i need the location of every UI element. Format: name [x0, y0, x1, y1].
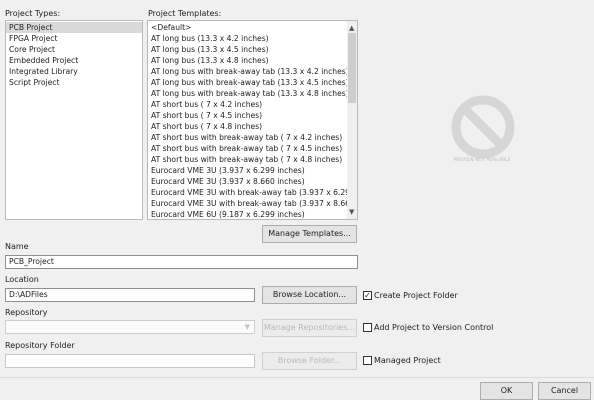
- project-type-item[interactable]: Core Project: [6, 44, 142, 55]
- add-version-control-label: Add Project to Version Control: [374, 323, 494, 332]
- cancel-button[interactable]: Cancel: [538, 382, 591, 400]
- managed-project-label: Managed Project: [374, 356, 441, 365]
- repository-select[interactable]: ▼: [5, 320, 255, 334]
- template-item[interactable]: AT short bus with break-away tab ( 7 x 4…: [148, 154, 348, 165]
- add-version-control-checkbox[interactable]: [363, 323, 372, 332]
- project-types-list[interactable]: PCB Project FPGA Project Core Project Embed…: [5, 20, 143, 220]
- template-item[interactable]: AT long bus (13.3 x 4.5 inches): [148, 44, 348, 55]
- template-item[interactable]: AT short bus with break-away tab ( 7 x 4…: [148, 143, 348, 154]
- manage-repositories-button[interactable]: Manage Repositories...: [262, 319, 357, 337]
- preview-panel: PREVIEW NOT AVAILABLE: [432, 93, 532, 173]
- templates-scrollbar[interactable]: ▲ ▼: [347, 21, 357, 219]
- preview-not-available-text: PREVIEW NOT AVAILABLE: [453, 158, 511, 163]
- template-item[interactable]: AT long bus (13.3 x 4.8 inches): [148, 55, 348, 66]
- repository-folder-label: Repository Folder: [5, 341, 75, 350]
- project-type-item[interactable]: Embedded Project: [6, 55, 142, 66]
- not-available-icon: [451, 95, 515, 159]
- location-label: Location: [5, 275, 39, 284]
- managed-project-checkbox[interactable]: [363, 356, 372, 365]
- chevron-down-icon: ▼: [244, 323, 250, 331]
- browse-location-button[interactable]: Browse Location...: [262, 286, 357, 304]
- project-templates-list[interactable]: <Default> AT long bus (13.3 x 4.2 inches)…: [147, 20, 358, 220]
- browse-folder-button[interactable]: Browse Folder...: [262, 352, 357, 370]
- create-folder-label: Create Project Folder: [374, 291, 458, 300]
- manage-templates-button[interactable]: Manage Templates...: [262, 225, 357, 243]
- project-type-item[interactable]: Script Project: [6, 77, 142, 88]
- template-item[interactable]: Eurocard VME 3U with break-away tab (3.9…: [148, 198, 348, 209]
- scroll-down-icon[interactable]: ▼: [349, 208, 354, 216]
- template-item[interactable]: AT long bus with break-away tab (13.3 x …: [148, 66, 348, 77]
- template-item[interactable]: Eurocard VME 3U (3.937 x 8.660 inches): [148, 176, 348, 187]
- template-item[interactable]: <Default>: [148, 22, 348, 33]
- project-types-label: Project Types:: [5, 9, 61, 18]
- template-item[interactable]: AT long bus (13.3 x 4.2 inches): [148, 33, 348, 44]
- template-item[interactable]: AT short bus ( 7 x 4.2 inches): [148, 99, 348, 110]
- name-field[interactable]: PCB_Project: [5, 255, 358, 269]
- template-item[interactable]: AT short bus with break-away tab ( 7 x 4…: [148, 132, 348, 143]
- project-type-item[interactable]: Integrated Library: [6, 66, 142, 77]
- location-field[interactable]: D:\ADFiles: [5, 288, 255, 302]
- template-item[interactable]: AT long bus with break-away tab (13.3 x …: [148, 77, 348, 88]
- scroll-thumb[interactable]: [348, 33, 356, 103]
- project-type-item[interactable]: PCB Project: [6, 22, 142, 33]
- template-item[interactable]: AT short bus ( 7 x 4.8 inches): [148, 121, 348, 132]
- repository-folder-field[interactable]: [5, 354, 255, 368]
- name-label: Name: [5, 242, 29, 251]
- template-item[interactable]: Eurocard VME 6U (9.187 x 6.299 inches): [148, 209, 348, 219]
- project-templates-label: Project Templates:: [148, 9, 222, 18]
- repository-label: Repository: [5, 308, 48, 317]
- template-item[interactable]: Eurocard VME 3U with break-away tab (3.9…: [148, 187, 348, 198]
- project-type-item[interactable]: FPGA Project: [6, 33, 142, 44]
- ok-button[interactable]: OK: [480, 382, 533, 400]
- template-item[interactable]: AT long bus with break-away tab (13.3 x …: [148, 88, 348, 99]
- scroll-up-icon[interactable]: ▲: [349, 24, 354, 32]
- create-folder-checkbox[interactable]: ✓: [363, 291, 372, 300]
- template-item[interactable]: Eurocard VME 3U (3.937 x 6.299 inches): [148, 165, 348, 176]
- template-item[interactable]: AT short bus ( 7 x 4.5 inches): [148, 110, 348, 121]
- footer-divider: [0, 377, 594, 378]
